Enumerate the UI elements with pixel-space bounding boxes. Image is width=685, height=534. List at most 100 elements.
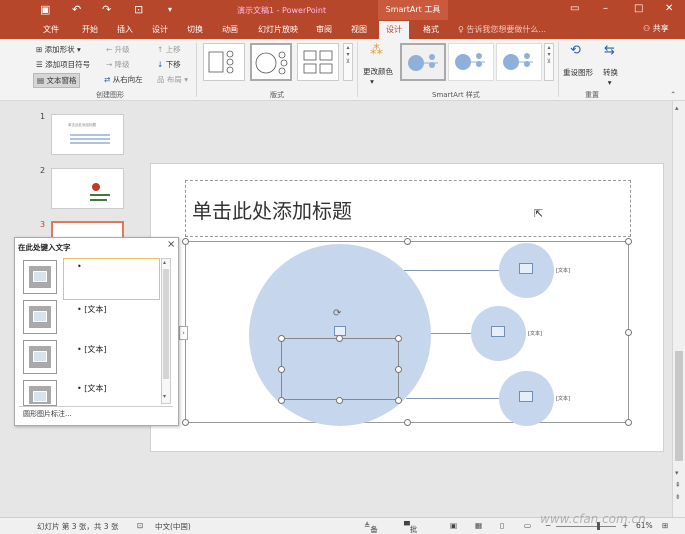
zoom-slider[interactable]: [556, 526, 616, 527]
move-down-button[interactable]: ↓ 下移: [157, 59, 181, 70]
title-placeholder[interactable]: 单击此处添加标题 ⇱: [185, 180, 631, 237]
frame-handle[interactable]: [625, 238, 632, 245]
normal-view-icon[interactable]: ▣: [450, 521, 457, 530]
customize-toolbar-icon[interactable]: ▾: [168, 5, 172, 14]
language-indicator[interactable]: 中文(中国): [155, 521, 191, 532]
ribbon-display-options-icon[interactable]: ▭: [570, 3, 579, 14]
resize-handle[interactable]: [278, 366, 285, 373]
scrollbar-thumb[interactable]: [163, 269, 169, 379]
layout-option-1[interactable]: [203, 43, 245, 81]
layout-name-link[interactable]: 圆形图片标注...: [23, 409, 72, 419]
layout-option-3[interactable]: [297, 43, 339, 81]
previous-slide-icon[interactable]: ⇞: [675, 481, 681, 489]
smartart-style-2[interactable]: [448, 43, 494, 81]
resize-handle[interactable]: [278, 397, 285, 404]
convert-button[interactable]: 转换 ▾: [603, 67, 618, 87]
minimize-icon[interactable]: –: [603, 3, 608, 14]
text-pane-picture-2[interactable]: [23, 300, 57, 334]
tab-transitions[interactable]: 切换: [187, 24, 203, 35]
resize-handle[interactable]: [278, 335, 285, 342]
smartart-style-3[interactable]: [496, 43, 542, 81]
frame-handle[interactable]: [625, 419, 632, 426]
add-shape-button[interactable]: ⊞ 添加形状 ▾: [36, 44, 81, 55]
slideshow-view-icon[interactable]: ▭: [524, 521, 531, 530]
comments-button[interactable]: ▀ 批注: [404, 521, 417, 534]
notes-button[interactable]: ≜ 备注: [364, 521, 378, 534]
slide-thumbnail-2[interactable]: [51, 168, 124, 209]
layouts-gallery-scroll[interactable]: ▴ ▾ ⊻: [343, 43, 353, 81]
layout-button[interactable]: 品 布局 ▾: [157, 74, 188, 85]
text-pane-picture-1[interactable]: [23, 260, 57, 294]
resize-handle[interactable]: [395, 397, 402, 404]
vertical-scrollbar[interactable]: ▴ ▾ ⇞ ⇟: [672, 101, 685, 517]
resize-handle[interactable]: [336, 397, 343, 404]
scroll-down-icon[interactable]: ▾: [163, 393, 166, 400]
close-icon[interactable]: ×: [167, 239, 175, 250]
text-pane-button[interactable]: ▤ 文本窗格: [33, 73, 81, 88]
resize-handle[interactable]: [336, 335, 343, 342]
tab-review[interactable]: 审阅: [316, 24, 332, 35]
change-colors-button[interactable]: 更改颜色 ▾: [363, 66, 393, 86]
tab-home[interactable]: 开始: [82, 24, 98, 35]
tab-file[interactable]: 文件: [43, 24, 59, 35]
text-pane-bullet-2[interactable]: • [文本]: [77, 304, 107, 315]
layout-option-2-selected[interactable]: [250, 43, 292, 81]
resize-handle[interactable]: [395, 335, 402, 342]
promote-button[interactable]: ← 升级: [106, 44, 130, 55]
text-pane-picture-3[interactable]: [23, 340, 57, 374]
text-pane-bullet-4[interactable]: • [文本]: [77, 383, 107, 394]
next-slide-icon[interactable]: ⇟: [675, 493, 681, 501]
frame-handle[interactable]: [625, 329, 632, 336]
tab-slideshow[interactable]: 幻灯片放映: [258, 24, 298, 35]
save-icon[interactable]: ▣: [40, 3, 50, 16]
redo-icon[interactable]: ↷: [102, 3, 111, 16]
picture-placeholder-icon[interactable]: [491, 326, 505, 337]
styles-gallery-scroll[interactable]: ▴ ▾ ⊻: [544, 43, 554, 81]
close-icon[interactable]: ✕: [665, 3, 673, 14]
share-button[interactable]: ⚇ 共享: [643, 23, 669, 34]
resize-handle[interactable]: [395, 366, 402, 373]
move-up-button[interactable]: ↑ 上移: [157, 44, 181, 55]
reset-graphic-button[interactable]: 重设图形: [563, 67, 593, 78]
frame-handle[interactable]: [182, 419, 189, 426]
collapse-ribbon-icon[interactable]: ⌃: [670, 90, 676, 99]
slide-sorter-icon[interactable]: ▦: [475, 521, 482, 530]
rotate-handle-icon[interactable]: ⟳: [333, 308, 341, 319]
demote-button[interactable]: → 降级: [106, 59, 130, 70]
tab-animations[interactable]: 动画: [222, 24, 238, 35]
tab-smartart-format[interactable]: 格式: [423, 24, 439, 35]
text-pane-scrollbar[interactable]: ▴ ▾: [161, 258, 171, 404]
scroll-up-icon[interactable]: ▴: [675, 104, 679, 112]
text-pane-bullet-3[interactable]: • [文本]: [77, 344, 107, 355]
fit-to-window-icon[interactable]: ⊞: [662, 521, 668, 530]
shape-text-1[interactable]: [文本]: [556, 267, 570, 274]
frame-handle[interactable]: [182, 238, 189, 245]
text-pane-bullet-1[interactable]: •: [77, 262, 82, 271]
text-pane-picture-4[interactable]: [23, 380, 57, 406]
tab-insert[interactable]: 插入: [117, 24, 133, 35]
smartart-frame[interactable]: [文本] [文本] [文本] ⟳ ›: [179, 238, 632, 426]
selected-text-shape[interactable]: [281, 338, 399, 400]
undo-icon[interactable]: ↶: [72, 3, 81, 16]
tell-me-search[interactable]: ♀ 告诉我您想要做什么...: [458, 24, 546, 35]
scrollbar-thumb[interactable]: [675, 351, 683, 461]
scroll-down-icon[interactable]: ▾: [675, 469, 679, 477]
scroll-up-icon[interactable]: ▴: [163, 259, 166, 266]
reading-view-icon[interactable]: ▯: [500, 521, 504, 530]
picture-placeholder-icon[interactable]: [519, 263, 533, 274]
slide-thumbnail-1[interactable]: 单击此处添加标题: [51, 114, 124, 155]
smartart-style-1-selected[interactable]: [400, 43, 446, 81]
spell-check-icon[interactable]: ⊡: [137, 521, 143, 530]
shape-text-3[interactable]: [文本]: [556, 395, 570, 402]
frame-handle[interactable]: [404, 419, 411, 426]
maximize-icon[interactable]: □: [634, 3, 643, 14]
picture-placeholder-icon[interactable]: [519, 391, 533, 402]
text-pane-toggle-button[interactable]: ›: [179, 326, 188, 340]
add-bullet-button[interactable]: ☰ 添加项目符号: [36, 59, 90, 70]
tab-view[interactable]: 视图: [351, 24, 367, 35]
right-to-left-button[interactable]: ⇄ 从右向左: [104, 74, 143, 85]
tab-design[interactable]: 设计: [152, 24, 168, 35]
shape-text-2[interactable]: [文本]: [528, 330, 542, 337]
frame-handle[interactable]: [404, 238, 411, 245]
start-slideshow-icon[interactable]: ⊡: [134, 3, 143, 16]
